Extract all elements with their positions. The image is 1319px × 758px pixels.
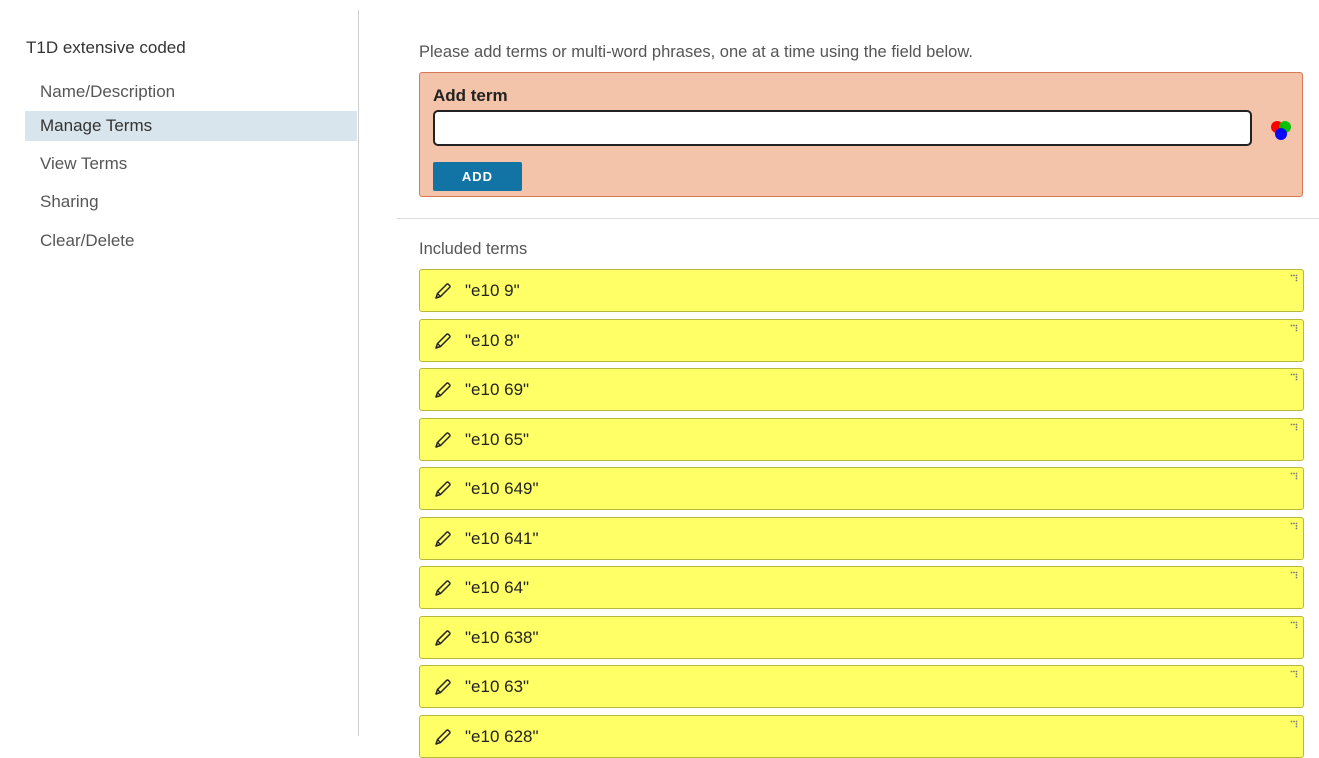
drag-handle-icon[interactable] <box>1290 621 1298 629</box>
term-row[interactable]: "e10 9" <box>419 269 1304 312</box>
term-text: "e10 64" <box>465 578 530 597</box>
included-terms-label: Included terms <box>419 240 528 258</box>
term-row[interactable]: "e10 63" <box>419 665 1304 708</box>
drag-handle-icon[interactable] <box>1290 274 1298 282</box>
drag-handle-icon[interactable] <box>1290 373 1298 381</box>
pencil-icon[interactable] <box>433 628 453 648</box>
term-row[interactable]: "e10 64" <box>419 566 1304 609</box>
pencil-icon[interactable] <box>433 677 453 697</box>
term-text: "e10 9" <box>465 281 520 300</box>
drag-handle-icon[interactable] <box>1290 522 1298 530</box>
pencil-icon[interactable] <box>433 380 453 400</box>
add-button[interactable]: ADD <box>433 162 522 191</box>
term-text: "e10 69" <box>465 380 530 399</box>
term-text: "e10 65" <box>465 429 530 449</box>
term-text: "e10 638" <box>465 627 539 647</box>
pencil-icon[interactable] <box>433 578 453 598</box>
term-row[interactable]: "e10 69" <box>419 368 1304 411</box>
pencil-icon[interactable] <box>433 529 453 549</box>
sidebar-item-name-description[interactable]: Name/Description <box>25 77 357 107</box>
pencil-icon[interactable] <box>433 727 453 747</box>
drag-handle-icon[interactable] <box>1290 472 1298 480</box>
drag-handle-icon[interactable] <box>1290 571 1298 579</box>
term-row[interactable]: "e10 638" <box>419 615 1304 659</box>
term-row[interactable]: "e10 8" <box>419 318 1304 362</box>
sidebar-item-sharing[interactable]: Sharing <box>25 187 357 217</box>
term-text: "e10 8" <box>465 330 520 350</box>
term-row[interactable]: "e10 649" <box>419 467 1304 510</box>
term-text: "e10 628" <box>465 726 539 746</box>
drag-handle-icon[interactable] <box>1290 720 1298 728</box>
add-term-label: Add term <box>433 86 508 105</box>
term-row[interactable]: "e10 628" <box>419 714 1304 758</box>
sidebar-title: T1D extensive coded <box>26 38 186 57</box>
sidebar: T1D extensive coded Name/Description Man… <box>12 10 359 736</box>
instruction-text: Please add terms or multi-word phrases, … <box>419 43 973 61</box>
drag-handle-icon[interactable] <box>1290 670 1298 678</box>
term-text: "e10 63" <box>465 677 530 696</box>
term-text: "e10 649" <box>465 479 539 498</box>
pencil-icon[interactable] <box>433 479 453 499</box>
rgb-color-picker-icon[interactable] <box>1269 118 1293 142</box>
pencil-icon[interactable] <box>433 331 453 351</box>
add-term-input[interactable] <box>433 110 1252 146</box>
pencil-icon[interactable] <box>433 281 453 301</box>
pencil-icon[interactable] <box>433 430 453 450</box>
term-row[interactable]: "e10 65" <box>419 417 1304 461</box>
add-term-panel: Add term ADD <box>419 72 1303 197</box>
drag-handle-icon[interactable] <box>1290 423 1298 431</box>
drag-handle-icon[interactable] <box>1290 324 1298 332</box>
term-text: "e10 641" <box>465 528 539 548</box>
sidebar-item-view-terms[interactable]: View Terms <box>25 149 357 179</box>
term-row[interactable]: "e10 641" <box>419 516 1304 560</box>
section-divider <box>397 218 1319 219</box>
sidebar-item-clear-delete[interactable]: Clear/Delete <box>25 226 357 256</box>
sidebar-item-manage-terms[interactable]: Manage Terms <box>25 111 357 141</box>
